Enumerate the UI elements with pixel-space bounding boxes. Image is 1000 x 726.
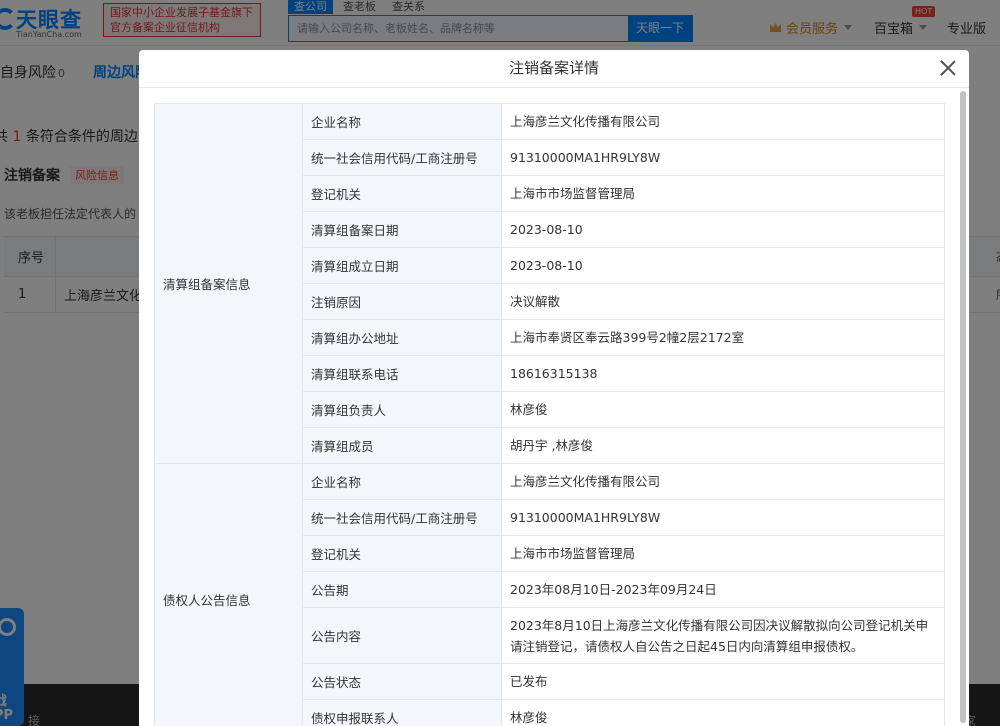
row-label: 清算组备案日期 bbox=[302, 211, 502, 248]
row-value: 上海市市场监督管理局 bbox=[501, 175, 945, 212]
row-label: 清算组成员 bbox=[302, 427, 502, 464]
row-label: 公告期 bbox=[302, 571, 502, 608]
table-row: 清算组备案信息 企业名称 上海彦兰文化传播有限公司 bbox=[154, 103, 945, 464]
row-value: 2023年8月10日上海彦兰文化传播有限公司因决议解散拟向公司登记机关申请注销登… bbox=[501, 607, 945, 664]
row-value: 上海彦兰文化传播有限公司 bbox=[501, 103, 945, 140]
row-value: 18616315138 bbox=[501, 355, 945, 392]
row-label: 统一社会信用代码/工商注册号 bbox=[302, 139, 502, 176]
row-value: 上海市奉贤区奉云路399号2幢2层2172室 bbox=[501, 319, 945, 356]
row-label: 清算组成立日期 bbox=[302, 247, 502, 284]
row-label: 统一社会信用代码/工商注册号 bbox=[302, 499, 502, 536]
group-liquidation-filing: 清算组备案信息 bbox=[154, 103, 303, 464]
detail-table: 清算组备案信息 企业名称 上海彦兰文化传播有限公司 统一社会信用代码/工商注册号… bbox=[154, 103, 945, 726]
row-label: 清算组负责人 bbox=[302, 391, 502, 428]
dialog-title: 注销备案详情 bbox=[508, 59, 599, 77]
row-value: 林彦俊 bbox=[501, 391, 945, 428]
row-value: 上海彦兰文化传播有限公司 bbox=[501, 463, 945, 500]
row-label: 登记机关 bbox=[302, 175, 502, 212]
dialog-body: 清算组备案信息 企业名称 上海彦兰文化传播有限公司 统一社会信用代码/工商注册号… bbox=[139, 89, 969, 726]
row-value: 2023年08月10日-2023年09月24日 bbox=[501, 571, 945, 608]
row-value: 已发布 bbox=[501, 663, 945, 700]
dialog-header: 注销备案详情 bbox=[139, 50, 969, 88]
row-value: 2023-08-10 bbox=[501, 247, 945, 284]
row-label: 企业名称 bbox=[302, 103, 502, 140]
scrollbar-thumb[interactable] bbox=[960, 91, 966, 723]
row-value: 胡丹宇 ,林彦俊 bbox=[501, 427, 945, 464]
row-label: 清算组办公地址 bbox=[302, 319, 502, 356]
row-label: 债权申报联系人 bbox=[302, 699, 502, 726]
dialog-scrollbar[interactable] bbox=[959, 89, 967, 726]
row-label: 公告状态 bbox=[302, 663, 502, 700]
close-icon[interactable] bbox=[939, 59, 957, 77]
group-creditor-announcement: 债权人公告信息 bbox=[154, 463, 303, 726]
row-label: 清算组联系电话 bbox=[302, 355, 502, 392]
row-value: 上海市市场监督管理局 bbox=[501, 535, 945, 572]
row-value: 2023-08-10 bbox=[501, 211, 945, 248]
row-label: 企业名称 bbox=[302, 463, 502, 500]
row-value: 林彦俊 bbox=[501, 699, 945, 726]
deregistration-detail-dialog: 注销备案详情 清算组备案信息 企业名称 上海彦兰文化传播有限公司 统一社会信用代… bbox=[139, 50, 969, 726]
row-label: 公告内容 bbox=[302, 607, 502, 664]
row-label: 登记机关 bbox=[302, 535, 502, 572]
row-value: 决议解散 bbox=[501, 283, 945, 320]
row-label: 注销原因 bbox=[302, 283, 502, 320]
row-value: 91310000MA1HR9LY8W bbox=[501, 139, 945, 176]
table-row: 债权人公告信息 企业名称 上海彦兰文化传播有限公司 bbox=[154, 463, 945, 726]
row-value: 91310000MA1HR9LY8W bbox=[501, 499, 945, 536]
